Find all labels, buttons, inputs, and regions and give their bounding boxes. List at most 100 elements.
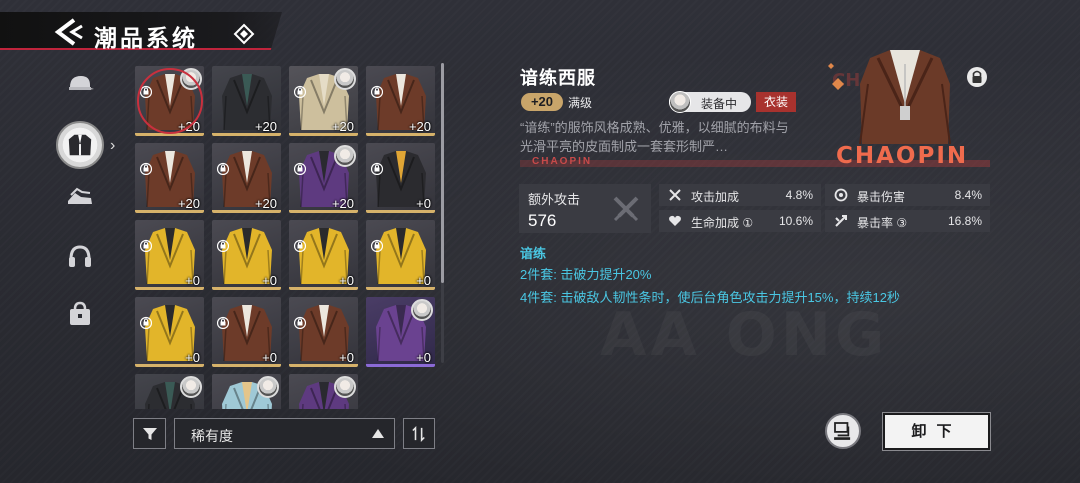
outfit-card[interactable]: +0 (135, 297, 204, 367)
stat-row: 攻击加成 4.8% (659, 184, 821, 206)
set-bonus-4: 4件套: 击破敌人韧性条时，使后台角色攻击力提升15%，持续12秒 (520, 290, 900, 305)
stat-name: 生命加成 ① (691, 216, 754, 230)
outfit-card[interactable]: +0 (366, 297, 435, 367)
filter-button[interactable] (133, 418, 166, 449)
jacket-icon (68, 134, 92, 156)
item-name: 谙练西服 (520, 68, 596, 88)
nav-bag[interactable] (60, 294, 100, 334)
main-stat: 额外攻击 576 (519, 184, 651, 233)
sneakers-icon (68, 187, 92, 204)
lock-icon (140, 85, 152, 98)
card-level: +20 (331, 119, 354, 134)
card-level: +0 (416, 350, 431, 365)
nav-sneakers[interactable] (60, 178, 100, 218)
info-button[interactable] (233, 23, 255, 45)
target-icon (834, 188, 848, 202)
outfit-card[interactable]: +20 (212, 66, 281, 136)
bag-icon (70, 301, 90, 325)
outfit-card[interactable] (135, 374, 204, 409)
sort-dropdown[interactable]: 稀有度 (174, 418, 395, 449)
scrollbar-thumb[interactable] (441, 63, 444, 283)
lock-icon (294, 316, 306, 329)
set-name: 谙练 (520, 246, 547, 261)
card-level: +0 (339, 273, 354, 288)
set-bonus-2: 2件套: 击破力提升20% (520, 267, 652, 282)
lock-icon (217, 239, 229, 252)
outfit-card[interactable]: +20 (212, 143, 281, 213)
unequip-button[interactable]: 卸下 (882, 412, 991, 451)
cap-icon (69, 76, 94, 90)
caret-up-icon (372, 429, 384, 438)
avatar (334, 68, 356, 90)
nav-headphones[interactable] (60, 236, 100, 276)
chevron-right-icon: › (110, 137, 116, 154)
outfit-card[interactable]: +20 (289, 66, 358, 136)
headphones-icon (69, 245, 91, 267)
nav-jacket[interactable]: › (50, 120, 116, 170)
outfit-card[interactable] (289, 374, 358, 409)
stat-row: 生命加成 ① 10.6% (659, 210, 821, 232)
lock-icon (217, 162, 229, 175)
lock-icon (967, 67, 987, 87)
sort-order-icon (412, 425, 425, 442)
diamond-info-icon (233, 23, 255, 45)
crossed-swords-icon (613, 196, 639, 222)
lock-icon (294, 162, 306, 175)
outfit-card[interactable]: +0 (366, 220, 435, 290)
lock-icon (217, 316, 229, 329)
outfit-card[interactable]: +0 (289, 297, 358, 367)
stat-name: 暴击伤害 (857, 190, 906, 204)
card-level: +20 (254, 119, 277, 134)
swords-icon (669, 189, 681, 201)
outfit-card[interactable] (212, 374, 281, 409)
sort-order-button[interactable] (403, 418, 435, 449)
lock-icon (140, 239, 152, 252)
lock-icon (140, 316, 152, 329)
nav-cap[interactable] (60, 64, 100, 104)
outfit-card[interactable]: +0 (212, 297, 281, 367)
equipped-badge: 装备中 (669, 91, 751, 113)
card-level: +0 (416, 196, 431, 211)
crit-icon (835, 215, 847, 227)
outfit-card[interactable]: +0 (212, 220, 281, 290)
stat-value: 4.8% (785, 188, 813, 202)
outfit-card[interactable]: +20 (135, 66, 204, 136)
lock-toggle[interactable] (966, 66, 988, 88)
heart-icon (669, 215, 681, 226)
lock-icon (294, 239, 306, 252)
sort-dropdown-value: 稀有度 (191, 428, 233, 444)
brand-small-text: CHAOPIN (532, 156, 593, 167)
card-level: +20 (254, 196, 277, 211)
stat-value: 10.6% (778, 214, 813, 228)
card-level: +0 (262, 273, 277, 288)
page-title: 潮品系统 (94, 25, 198, 51)
card-level: +20 (331, 196, 354, 211)
avatar (180, 376, 202, 398)
avatar (257, 376, 279, 398)
outfit-card[interactable]: +20 (289, 143, 358, 213)
bg-decor: AA ONG (600, 300, 888, 370)
outfit-card[interactable]: +0 (135, 220, 204, 290)
max-level-label: 满级 (568, 96, 593, 110)
avatar (334, 376, 356, 398)
stat-name: 暴击率 ③ (857, 216, 908, 230)
swap-outfit-button[interactable] (825, 413, 861, 449)
lock-icon (371, 162, 383, 175)
stat-name: 攻击加成 (691, 190, 740, 204)
outfit-card[interactable]: +20 (366, 66, 435, 136)
card-level: +20 (177, 196, 200, 211)
item-grid: +20 +20 +20 +20 +20 +20 +20 +0 +0 +0 +0 … (130, 63, 444, 409)
filter-icon (142, 427, 157, 440)
outfit-card[interactable]: +0 (366, 143, 435, 213)
lock-icon (140, 162, 152, 175)
lock-icon (371, 85, 383, 98)
avatar (411, 299, 433, 321)
card-level: +0 (262, 350, 277, 365)
outfit-card[interactable]: +20 (135, 143, 204, 213)
card-level: +20 (177, 119, 200, 134)
card-level: +0 (185, 350, 200, 365)
outfit-card[interactable]: +0 (289, 220, 358, 290)
back-button[interactable] (52, 16, 86, 48)
stat-row: 暴击伤害 8.4% (825, 184, 990, 206)
item-description: “谙练”的服饰风格成熟、优雅，以细腻的布料与光滑平亮的皮面制成一套套形制严… (520, 120, 789, 154)
